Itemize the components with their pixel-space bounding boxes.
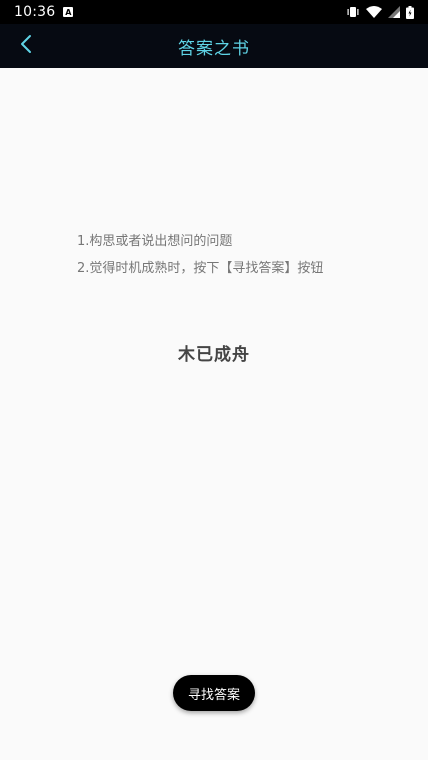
page-title: 答案之书 (178, 38, 250, 59)
status-bar: 10:36 A (0, 0, 428, 24)
status-time: 10:36 (14, 4, 56, 20)
chevron-left-icon (19, 34, 33, 58)
instruction-line-1: 1.构思或者说出想问的问题 (77, 234, 233, 249)
instruction-line-2: 2.觉得时机成熟时，按下【寻找答案】按钮 (77, 261, 324, 276)
instructions: 1.构思或者说出想问的问题 2.觉得时机成熟时，按下【寻找答案】按钮 (77, 228, 323, 282)
answer-text: 木已成舟 (178, 345, 250, 365)
signal-icon (388, 6, 400, 18)
app-bar: 答案之书 (0, 24, 428, 68)
battery-icon (406, 5, 414, 19)
status-icons (346, 5, 414, 19)
vibrate-icon (346, 6, 360, 18)
find-answer-button[interactable]: 寻找答案 (173, 675, 255, 711)
a-icon: A (63, 7, 74, 17)
back-button[interactable] (10, 30, 42, 62)
wifi-icon (366, 6, 382, 18)
